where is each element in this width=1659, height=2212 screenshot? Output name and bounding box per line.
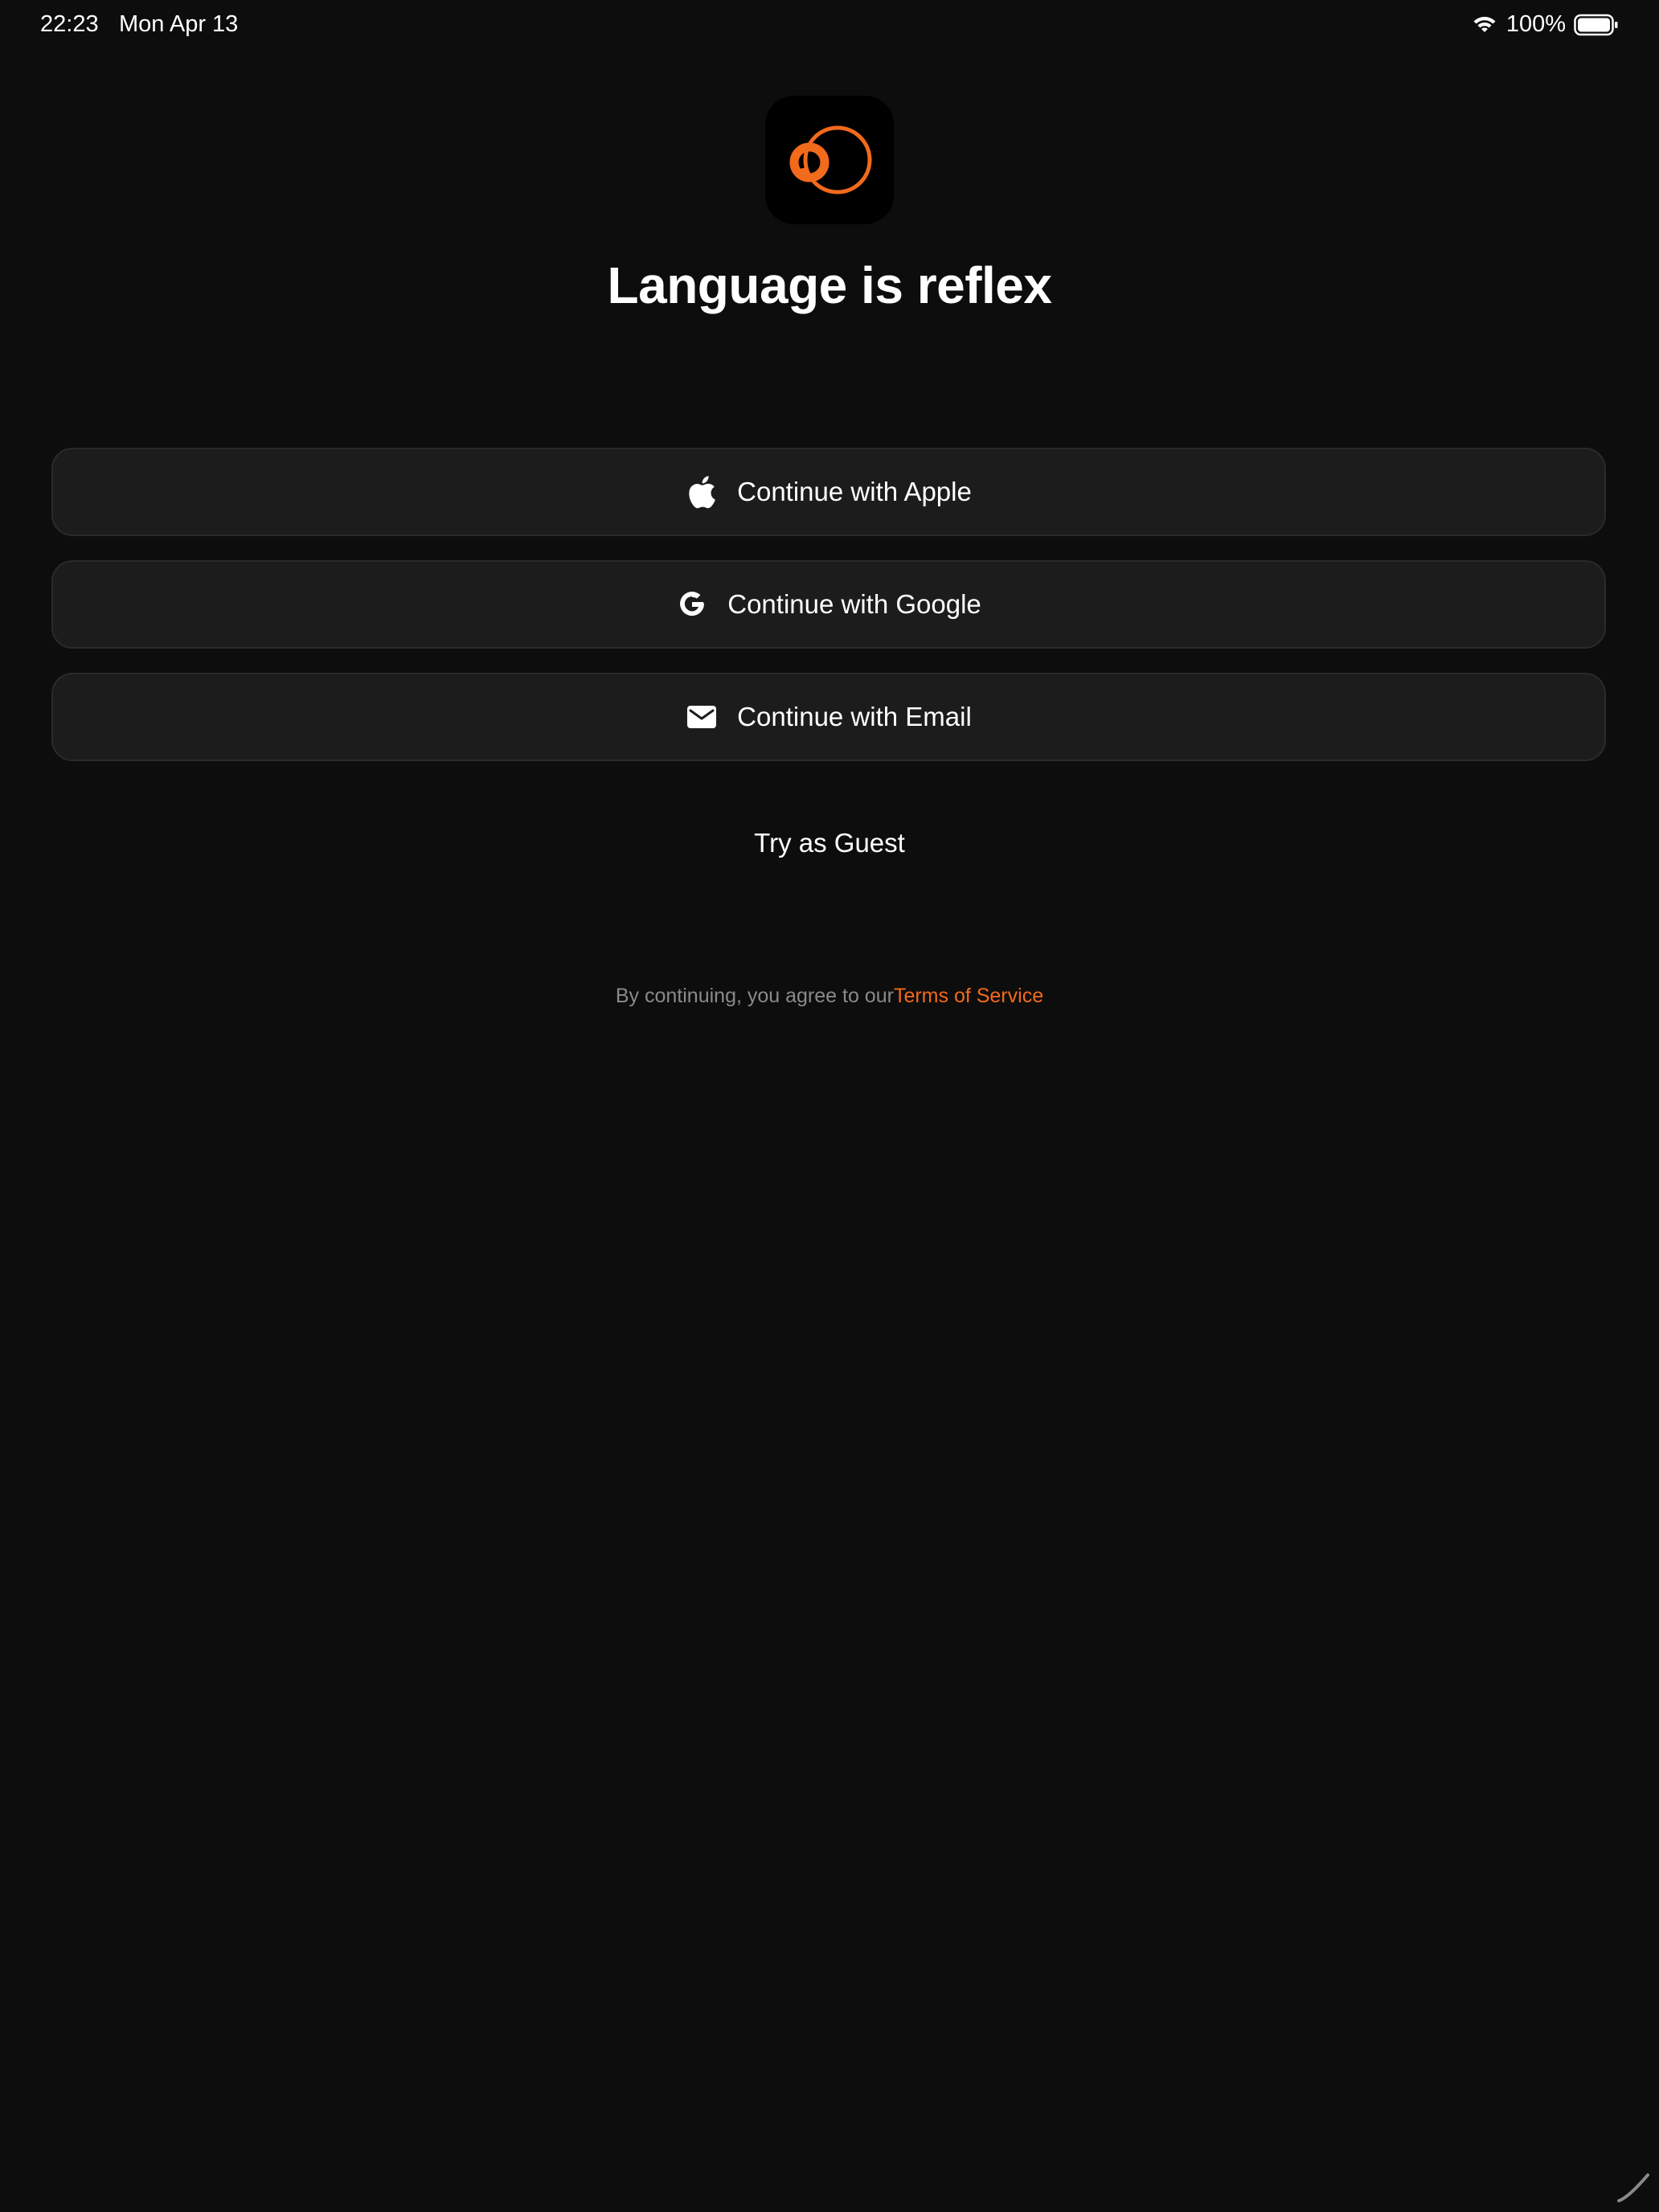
loading-spinner-icon <box>1617 2173 1649 2202</box>
status-bar: 22:23 Mon Apr 13 100% <box>0 0 1659 51</box>
continue-with-google-button[interactable]: Continue with Google <box>51 560 1606 649</box>
terms-of-service-link[interactable]: Terms of Service <box>894 985 1043 1007</box>
app-logo <box>765 96 894 224</box>
continue-with-apple-label: Continue with Apple <box>737 477 972 506</box>
envelope-icon <box>686 701 718 733</box>
wifi-icon <box>1473 16 1496 32</box>
battery-icon <box>1574 14 1618 35</box>
google-icon <box>676 588 708 621</box>
terms-prefix: By continuing, you agree to our <box>615 985 894 1007</box>
headline: Language is reflex <box>607 256 1052 314</box>
apple-icon <box>686 476 718 509</box>
app-logo-icon <box>789 125 872 195</box>
continue-with-email-button[interactable]: Continue with Email <box>51 673 1606 761</box>
continue-with-email-label: Continue with Email <box>737 702 972 731</box>
continue-with-apple-button[interactable]: Continue with Apple <box>51 448 1606 536</box>
sign-in-screen: 22:23 Mon Apr 13 100% Language is reflex <box>0 0 1659 2212</box>
status-time: 22:23 <box>40 11 99 37</box>
try-as-guest-button[interactable]: Try as Guest <box>754 828 905 858</box>
status-date: Mon Apr 13 <box>119 11 239 37</box>
terms-notice: By continuing, you agree to ourTerms of … <box>0 985 1659 1008</box>
status-indicators: 100% <box>1471 11 1619 38</box>
continue-with-google-label: Continue with Google <box>727 589 981 619</box>
guest-link-row: Try as Guest <box>0 828 1659 858</box>
battery-percent: 100% <box>1505 11 1566 37</box>
